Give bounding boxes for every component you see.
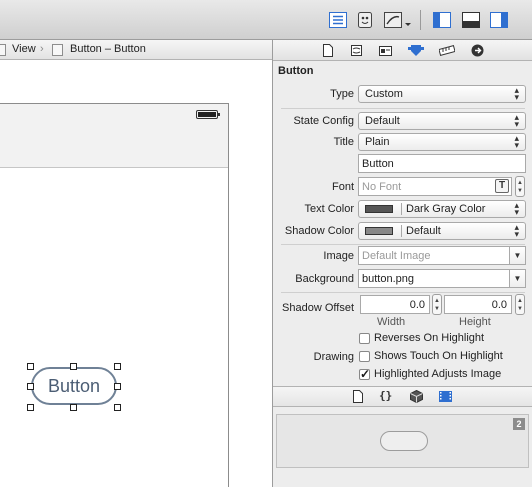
title-text-field[interactable]: Button: [358, 154, 526, 173]
combo-arrow-icon[interactable]: ▼: [509, 270, 525, 287]
shadow-color-value: Default: [401, 225, 441, 237]
utilities-toggle-icon[interactable]: [490, 12, 508, 28]
file-template-icon[interactable]: [351, 390, 364, 403]
resize-handle[interactable]: [114, 404, 121, 411]
title-label: Title: [333, 136, 354, 148]
attributes-inspector: Button Type Custom ▴ ▾ State Config Defau…: [272, 40, 532, 487]
drawing-label: Drawing: [313, 351, 354, 363]
font-size-stepper[interactable]: [515, 176, 525, 197]
type-popup[interactable]: Custom ▴ ▾: [358, 85, 526, 103]
breadcrumb-chevron: ›: [40, 43, 44, 55]
shadow-color-popup[interactable]: Default ▴ ▾: [358, 222, 526, 240]
attributes-inspector-icon[interactable]: [408, 44, 424, 57]
shadow-offset-height-field[interactable]: 0.0: [444, 295, 512, 314]
type-label: Type: [330, 88, 354, 100]
document-icon: [0, 44, 6, 56]
shows-touch-on-highlight-checkbox[interactable]: [359, 351, 370, 362]
title-type-value: Plain: [365, 136, 390, 148]
divider: [281, 244, 525, 245]
library-preview[interactable]: 2: [276, 414, 529, 468]
combo-arrow-icon[interactable]: ▼: [509, 247, 525, 264]
image-placeholder: Default Image: [362, 250, 431, 262]
state-config-label: State Config: [293, 115, 354, 127]
status-bar: [0, 104, 228, 124]
popup-arrows-icon: ▴ ▾: [514, 133, 519, 150]
font-picker-icon[interactable]: T: [495, 179, 509, 193]
text-color-value: Dark Gray Color: [401, 203, 486, 215]
code-snippet-icon[interactable]: {}: [379, 389, 395, 402]
shadow-offset-width-stepper[interactable]: [432, 294, 442, 315]
background-combo[interactable]: button.png ▼: [358, 269, 526, 288]
section-title-button: Button: [278, 65, 314, 77]
height-caption: Height: [459, 316, 491, 328]
state-config-value: Default: [365, 115, 400, 127]
resize-handle[interactable]: [114, 363, 121, 370]
text-color-label: Text Color: [304, 203, 354, 215]
assistant-editor-icon[interactable]: [356, 12, 374, 28]
font-field[interactable]: No Font T: [358, 177, 512, 196]
shows-touch-on-highlight-label[interactable]: Shows Touch On Highlight: [374, 350, 503, 362]
library-tab-bar: {}: [273, 386, 532, 407]
shadow-color-label: Shadow Color: [284, 225, 354, 237]
divider: [281, 292, 525, 293]
version-editor-icon[interactable]: [384, 12, 412, 28]
storyboard-canvas[interactable]: Button: [0, 61, 272, 487]
highlighted-adjusts-image-label[interactable]: Highlighted Adjusts Image: [374, 368, 501, 380]
selected-button[interactable]: Button: [31, 367, 117, 405]
image-combo[interactable]: Default Image ▼: [358, 246, 526, 265]
resize-handle[interactable]: [70, 404, 77, 411]
reverses-on-highlight-checkbox[interactable]: [359, 333, 370, 344]
resize-handle[interactable]: [114, 383, 121, 390]
quick-help-icon[interactable]: [350, 44, 363, 57]
shadow-offset-width-field[interactable]: 0.0: [360, 295, 430, 314]
shadow-offset-label: Shadow Offset: [282, 302, 354, 314]
battery-icon: [196, 110, 220, 119]
width-caption: Width: [377, 316, 406, 328]
resize-handle[interactable]: [27, 383, 34, 390]
divider: [281, 108, 525, 109]
toolbar-separator: [420, 10, 421, 30]
popup-arrows-icon: ▴ ▾: [514, 112, 519, 129]
breadcrumb-button[interactable]: Button – Button: [70, 43, 146, 55]
view-controller-scene[interactable]: [0, 103, 229, 487]
type-value: Custom: [365, 88, 403, 100]
image-label: Image: [323, 250, 354, 262]
background-value: button.png: [362, 273, 414, 285]
object-library-icon[interactable]: [410, 389, 423, 404]
text-color-swatch: [365, 205, 393, 213]
resize-handle[interactable]: [27, 404, 34, 411]
inspector-tab-bar: [273, 40, 532, 61]
font-placeholder: No Font: [362, 181, 402, 193]
popup-arrows-icon: ▴ ▾: [514, 200, 519, 217]
navigation-bar: [0, 124, 228, 168]
item-count-badge: 2: [513, 418, 525, 430]
media-library-icon[interactable]: [439, 390, 452, 403]
navigator-toggle-icon[interactable]: [433, 12, 451, 28]
text-color-popup[interactable]: Dark Gray Color ▴ ▾: [358, 200, 526, 218]
popup-arrows-icon: ▴ ▾: [514, 222, 519, 239]
shadow-offset-height-stepper[interactable]: [515, 294, 525, 315]
jump-bar: View › Button – Button: [0, 40, 272, 60]
state-config-popup[interactable]: Default ▴ ▾: [358, 112, 526, 130]
button-image-thumbnail[interactable]: [380, 431, 428, 451]
title-type-popup[interactable]: Plain ▴ ▾: [358, 133, 526, 151]
document-icon: [52, 44, 63, 56]
window-toolbar: [0, 0, 532, 40]
file-inspector-icon[interactable]: [321, 44, 334, 57]
resize-handle[interactable]: [27, 363, 34, 370]
popup-arrows-icon: ▴ ▾: [514, 85, 519, 102]
highlighted-adjusts-image-checkbox[interactable]: [359, 367, 370, 381]
connections-inspector-icon[interactable]: [471, 44, 484, 57]
font-label: Font: [331, 181, 354, 193]
identity-inspector-icon[interactable]: [379, 44, 392, 57]
shadow-color-swatch: [365, 227, 393, 235]
debug-area-toggle-icon[interactable]: [462, 12, 480, 28]
breadcrumb-view[interactable]: View: [12, 43, 36, 55]
resize-handle[interactable]: [70, 363, 77, 370]
standard-editor-icon[interactable]: [329, 12, 347, 28]
background-label: Background: [295, 273, 354, 285]
reverses-on-highlight-label[interactable]: Reverses On Highlight: [374, 332, 484, 344]
size-inspector-icon[interactable]: [438, 44, 456, 57]
